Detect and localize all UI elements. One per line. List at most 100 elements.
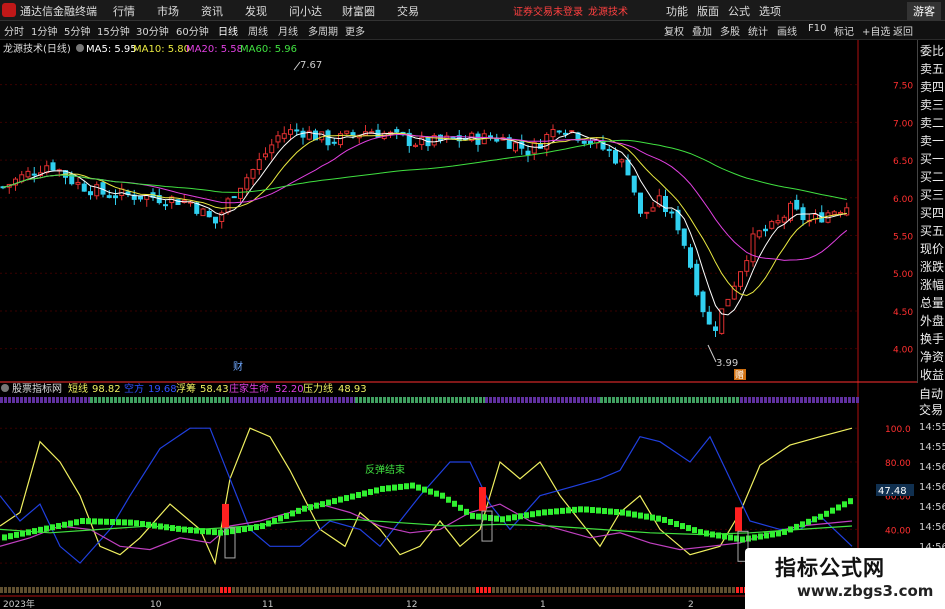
finance-event-marker[interactable]: 财	[233, 360, 243, 373]
menu-functions[interactable]: 功能	[666, 3, 688, 19]
period-5min[interactable]: 5分钟	[64, 23, 90, 38]
candle-body	[413, 144, 418, 147]
menu-discover[interactable]: 发现	[245, 3, 267, 19]
period-monthly[interactable]: 月线	[278, 23, 298, 38]
menu-trade[interactable]: 交易	[397, 3, 419, 19]
menu-formula[interactable]: 公式	[728, 3, 750, 19]
pressure-block	[290, 510, 295, 517]
pressure-block	[170, 525, 175, 532]
settings-gear-icon[interactable]	[76, 44, 84, 52]
bottom-strip-cell	[520, 587, 523, 593]
tool-stats[interactable]: 统计	[748, 23, 768, 38]
candlesticks[interactable]	[0, 123, 850, 337]
quote-outer-volume: 外盘	[920, 314, 945, 328]
bottom-strip-cell	[624, 587, 627, 593]
pressure-block	[590, 507, 595, 514]
guest-button[interactable]: 游客	[907, 2, 941, 20]
pressure-block	[20, 530, 25, 537]
menu-quotes[interactable]: 行情	[113, 3, 135, 19]
menu-options[interactable]: 选项	[759, 3, 781, 19]
period-30min[interactable]: 30分钟	[136, 23, 169, 38]
strip-cell	[90, 397, 93, 403]
bottom-strip-cell	[8, 587, 11, 593]
menu-layout[interactable]: 版面	[697, 3, 719, 19]
strip-cell	[114, 397, 117, 403]
trade-label[interactable]: 交易	[919, 403, 943, 417]
bottom-strip-cell	[180, 587, 183, 593]
strip-cell	[620, 397, 623, 403]
strip-cell	[485, 397, 488, 403]
pressure-block	[644, 513, 649, 520]
strip-cell	[355, 397, 358, 403]
pressure-block	[128, 519, 133, 526]
strip-cell	[12, 397, 15, 403]
period-1min[interactable]: 1分钟	[31, 23, 57, 38]
strip-cell	[529, 397, 532, 403]
period-more[interactable]: 更多	[345, 23, 365, 38]
strip-cell	[680, 397, 683, 403]
indicator-tick: 80.00	[885, 459, 911, 469]
menu-ask[interactable]: 问小达	[289, 3, 322, 19]
strip-cell	[84, 397, 87, 403]
price-tick: 6.50	[893, 157, 913, 167]
candle-body	[631, 175, 637, 193]
menu-news[interactable]: 资讯	[201, 3, 223, 19]
strip-cell	[346, 397, 349, 403]
strip-cell	[16, 397, 19, 403]
indicator-name: 股票指标网	[12, 382, 62, 395]
strip-cell	[403, 397, 406, 403]
candle-body	[644, 211, 650, 214]
period-multi[interactable]: 多周期	[308, 23, 338, 38]
strip-cell	[525, 397, 528, 403]
tool-draw[interactable]: 画线	[777, 23, 797, 38]
bottom-strip-cell	[120, 587, 123, 593]
tool-f10[interactable]: F10	[808, 23, 826, 34]
strip-cell	[198, 397, 201, 403]
pressure-block	[302, 505, 307, 512]
bottom-strip-cell	[500, 587, 503, 593]
strip-cell	[206, 397, 209, 403]
bottom-strip-cell	[600, 587, 603, 593]
tool-back[interactable]: 返回	[893, 23, 913, 38]
menu-market[interactable]: 市场	[157, 3, 179, 19]
candle-body	[250, 169, 256, 179]
tool-adjust[interactable]: 复权	[664, 23, 684, 38]
bottom-strip-cell	[396, 587, 399, 593]
bottom-strip-cell	[0, 587, 3, 593]
pressure-block	[770, 531, 775, 538]
stock-name-red: 龙源技术	[588, 7, 628, 18]
period-intraday[interactable]: 分时	[4, 23, 24, 38]
tool-overlay[interactable]: 叠加	[692, 23, 712, 38]
pressure-block	[740, 536, 745, 543]
strip-cell	[652, 397, 655, 403]
indicator-pressure-value: 48.93	[338, 384, 367, 395]
strip-cell	[359, 397, 362, 403]
strip-cell	[178, 397, 181, 403]
bottom-strip-cell	[148, 587, 151, 593]
strip-cell	[4, 397, 7, 403]
period-60min[interactable]: 60分钟	[176, 23, 209, 38]
tool-add-favorite[interactable]: +自选	[862, 23, 890, 38]
quote-volume: 总量	[920, 296, 945, 310]
period-daily[interactable]: 日线	[218, 23, 238, 38]
bottom-strip-cell	[660, 587, 663, 593]
candle-body	[319, 131, 325, 141]
strip-cell	[816, 397, 819, 403]
strip-cell	[423, 397, 426, 403]
candle-body	[638, 192, 643, 214]
tool-mark[interactable]: 标记	[834, 23, 854, 38]
period-15min[interactable]: 15分钟	[97, 23, 130, 38]
menu-wealth[interactable]: 财富圈	[342, 3, 375, 19]
bottom-strip-cell	[384, 587, 387, 593]
tool-multistock[interactable]: 多股	[720, 23, 740, 38]
strip-cell	[672, 397, 675, 403]
watermark-url: www.zbgs3.com	[797, 582, 934, 600]
bottom-strip-cell	[648, 587, 651, 593]
kline-chart[interactable]: 7.50 7.00 6.50 6.00 5.50 5.00 4.50 4.00 龙源技术(日线…	[0, 40, 917, 609]
indicator-settings-icon[interactable]	[1, 384, 9, 392]
candle-body	[750, 233, 756, 263]
auto-trade-label[interactable]: 自动	[919, 387, 943, 401]
indicator-bear-value: 19.68	[148, 384, 177, 395]
period-weekly[interactable]: 周线	[248, 23, 268, 38]
pressure-block	[14, 531, 19, 538]
